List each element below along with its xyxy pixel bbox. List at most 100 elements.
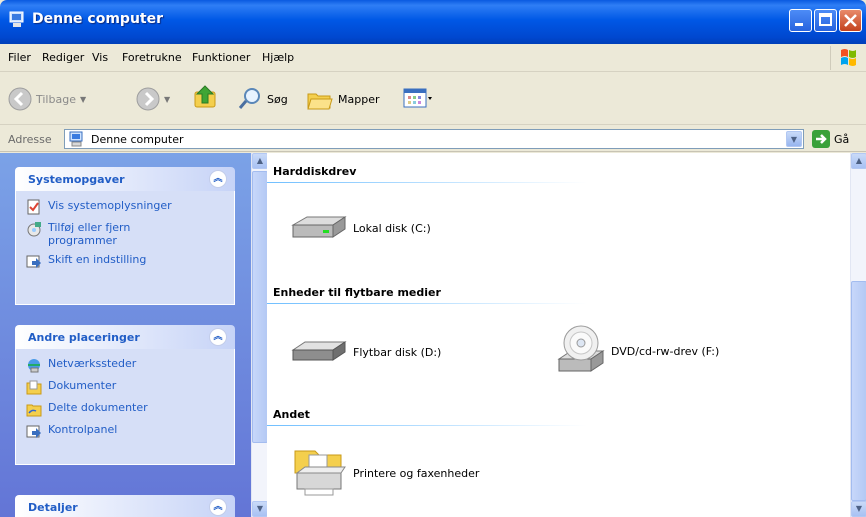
- toolbar: Tilbage ▼ ▼ Søg Mapper: [0, 73, 866, 125]
- menu-view[interactable]: Vis: [92, 51, 108, 64]
- section-title: Andet: [273, 408, 310, 421]
- folders-label: Mapper: [338, 92, 380, 106]
- forward-button[interactable]: ▼: [136, 87, 170, 111]
- scroll-up-icon[interactable]: ▲: [851, 153, 866, 169]
- menu-favorites[interactable]: Foretrukne: [122, 51, 182, 64]
- menu-help[interactable]: Hjælp: [262, 51, 294, 64]
- my-computer-icon: [9, 11, 24, 27]
- removable-disk-icon: [291, 341, 347, 361]
- details-header[interactable]: Detaljer ︽: [15, 495, 235, 517]
- up-folder-icon: [194, 85, 216, 108]
- drive-local-disk-c[interactable]: Lokal disk (C:): [289, 213, 431, 243]
- section-divider: [267, 303, 587, 304]
- other-places-box: Andre placeringer ︽ Netværkssteder Dokum…: [15, 325, 235, 465]
- menu-tools[interactable]: Funktioner: [192, 51, 250, 64]
- scroll-up-icon[interactable]: ▲: [252, 153, 268, 169]
- place-documents[interactable]: Dokumenter: [26, 379, 234, 395]
- add-remove-programs-icon: [27, 222, 41, 237]
- scroll-down-icon[interactable]: ▼: [252, 501, 268, 517]
- printer-icon: [294, 450, 346, 496]
- drive-label: Lokal disk (C:): [353, 221, 431, 235]
- scroll-thumb[interactable]: [252, 171, 268, 443]
- collapse-chevron-icon[interactable]: ︽: [209, 328, 227, 346]
- go-label: Gå: [834, 132, 850, 146]
- printers-and-faxes[interactable]: Printere og faxenheder: [289, 447, 479, 499]
- details-title: Detaljer: [28, 501, 78, 514]
- place-label: Kontrolpanel: [48, 423, 118, 436]
- close-icon: [844, 14, 857, 27]
- task-label: Vis systemoplysninger: [48, 199, 172, 212]
- network-places-icon: [28, 359, 40, 373]
- my-computer-icon: [69, 131, 83, 147]
- section-divider: [267, 182, 587, 183]
- control-panel-icon: [26, 425, 41, 438]
- windows-logo-icon: [830, 46, 864, 70]
- other-places-header[interactable]: Andre placeringer ︽: [15, 325, 235, 349]
- scroll-down-icon[interactable]: ▼: [851, 501, 866, 517]
- collapse-chevron-icon[interactable]: ︽: [209, 498, 227, 516]
- task-label: Tilføj eller fjern programmer: [48, 221, 131, 247]
- place-shared-documents[interactable]: Delte dokumenter: [26, 401, 234, 417]
- close-button[interactable]: [839, 9, 862, 32]
- other-places-title: Andre placeringer: [28, 331, 140, 344]
- section-title: Enheder til flytbare medier: [273, 286, 441, 299]
- section-header-other: Andet: [267, 408, 843, 426]
- back-arrow-icon: [8, 87, 32, 111]
- task-pane-scrollbar[interactable]: ▲ ▼: [251, 153, 268, 517]
- title-bar[interactable]: Denne computer: [0, 0, 866, 44]
- folders-icon: [307, 93, 333, 110]
- maximize-button[interactable]: [814, 9, 837, 32]
- back-dropdown-icon[interactable]: ▼: [80, 95, 86, 104]
- system-info-icon: [27, 199, 40, 215]
- content-scrollbar[interactable]: ▲ ▼: [850, 153, 866, 517]
- address-value: Denne computer: [91, 133, 184, 146]
- section-header-hard-drives: Harddiskdrev: [267, 165, 843, 183]
- task-change-setting[interactable]: Skift en indstilling: [26, 253, 234, 269]
- scroll-thumb[interactable]: [851, 281, 866, 501]
- menu-edit[interactable]: Rediger: [42, 51, 84, 64]
- address-input[interactable]: Denne computer ▼: [64, 129, 804, 149]
- system-tasks-header[interactable]: Systemopgaver ︽: [15, 167, 235, 191]
- address-bar: Adresse Denne computer ▼ Gå: [0, 126, 866, 152]
- place-control-panel[interactable]: Kontrolpanel: [26, 423, 234, 439]
- system-tasks-list: Vis systemoplysninger Tilføj eller fjern…: [15, 191, 235, 305]
- forward-dropdown-icon[interactable]: ▼: [164, 95, 170, 104]
- section-header-removable: Enheder til flytbare medier: [267, 286, 843, 304]
- up-folder-button[interactable]: [192, 83, 220, 111]
- search-label: Søg: [267, 92, 288, 106]
- drive-label: Flytbar disk (D:): [353, 345, 442, 359]
- back-label: Tilbage: [36, 92, 76, 106]
- menu-file[interactable]: Filer: [8, 51, 31, 64]
- go-arrow-icon: [812, 130, 830, 148]
- drive-removable-d[interactable]: Flytbar disk (D:): [289, 338, 441, 366]
- views-icon: [403, 88, 432, 108]
- drive-dvd-f[interactable]: DVD/cd-rw-drev (F:): [555, 323, 719, 379]
- place-label: Dokumenter: [48, 379, 117, 392]
- collapse-chevron-icon[interactable]: ︽: [209, 170, 227, 188]
- views-button[interactable]: [402, 86, 432, 110]
- section-divider: [267, 425, 587, 426]
- window-title: Denne computer: [32, 11, 164, 27]
- forward-arrow-icon: [136, 87, 160, 111]
- back-button[interactable]: Tilbage ▼: [8, 87, 86, 111]
- item-label: Printere og faxenheder: [353, 466, 480, 480]
- place-network[interactable]: Netværkssteder: [26, 357, 234, 373]
- control-panel-icon: [26, 255, 41, 268]
- hard-disk-icon: [291, 216, 347, 238]
- task-add-remove-programs[interactable]: Tilføj eller fjern programmer: [26, 221, 234, 247]
- task-label: Skift en indstilling: [48, 253, 147, 266]
- minimize-icon: [795, 23, 803, 26]
- system-tasks-box: Systemopgaver ︽ Vis systemoplysninger Ti…: [15, 167, 235, 305]
- task-pane: Systemopgaver ︽ Vis systemoplysninger Ti…: [0, 153, 251, 517]
- search-button[interactable]: Søg: [237, 86, 288, 112]
- minimize-button[interactable]: [789, 9, 812, 32]
- address-dropdown-button[interactable]: ▼: [786, 131, 802, 147]
- documents-folder-icon: [26, 380, 42, 395]
- folders-button[interactable]: Mapper: [306, 86, 380, 112]
- other-places-list: Netværkssteder Dokumenter Delte dokument…: [15, 349, 235, 465]
- task-view-system-info[interactable]: Vis systemoplysninger: [26, 199, 234, 215]
- go-button[interactable]: Gå: [812, 130, 849, 148]
- maximize-icon: [819, 13, 832, 26]
- details-box: Detaljer ︽: [15, 495, 235, 517]
- dvd-drive-icon: [557, 325, 605, 372]
